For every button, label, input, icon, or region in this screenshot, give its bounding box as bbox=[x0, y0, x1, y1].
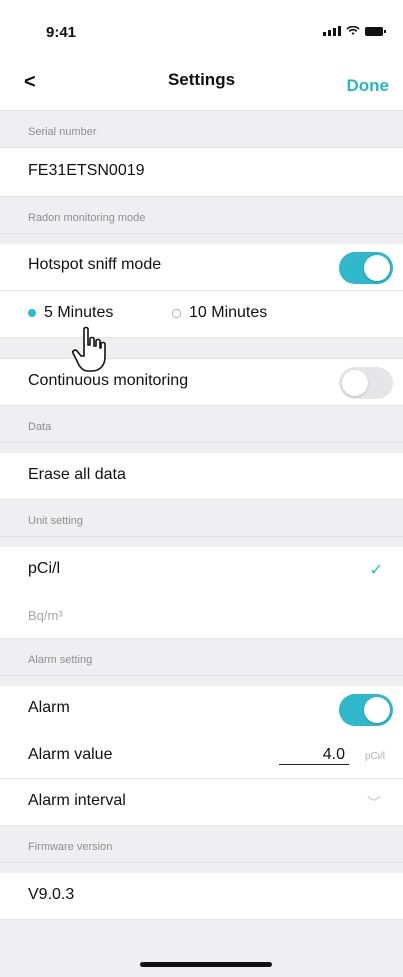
erase-data-label: Erase all data bbox=[28, 466, 126, 483]
radon-mode-header-label: Radon monitoring mode bbox=[28, 212, 146, 224]
status-bar: 9:41 bbox=[0, 0, 403, 54]
hotspot-sniff-row: Hotspot sniff mode bbox=[0, 244, 403, 291]
radio-10-minutes[interactable]: 10 Minutes bbox=[172, 304, 267, 322]
unit-bq-label: Bq/m³ bbox=[28, 608, 63, 623]
continuous-monitoring-toggle[interactable] bbox=[339, 367, 393, 399]
erase-data-row[interactable]: Erase all data bbox=[0, 453, 403, 500]
firmware-section-header: Firmware version bbox=[0, 826, 403, 863]
alarm-row: Alarm bbox=[0, 686, 403, 732]
serial-number-header-label: Serial number bbox=[28, 126, 97, 138]
firmware-value: V9.0.3 bbox=[28, 886, 75, 903]
status-icons bbox=[323, 26, 386, 36]
radio-selected-icon bbox=[28, 309, 36, 317]
alarm-value-input[interactable]: 4.0 bbox=[279, 746, 349, 765]
hotspot-sniff-label: Hotspot sniff mode bbox=[28, 256, 162, 273]
alarm-label: Alarm bbox=[28, 699, 70, 716]
radio-10-minutes-label: 10 Minutes bbox=[189, 304, 268, 321]
cellular-signal-icon bbox=[323, 26, 341, 36]
hand-pointer-icon bbox=[72, 326, 106, 372]
alarm-interval-row[interactable]: Alarm interval ﹀ bbox=[0, 779, 403, 826]
done-button[interactable]: Done bbox=[347, 76, 390, 96]
alarm-value-label: Alarm value bbox=[28, 746, 113, 763]
serial-number-value: FE31ETSN0019 bbox=[28, 162, 145, 179]
wifi-icon bbox=[346, 26, 360, 35]
alarm-section-header: Alarm setting bbox=[0, 639, 403, 676]
radon-spacer bbox=[0, 338, 403, 359]
unit-pci-row[interactable]: pCi/l ✓ bbox=[0, 547, 403, 593]
alarm-value-unit: pCi/l bbox=[364, 751, 385, 762]
home-indicator bbox=[140, 962, 272, 967]
alarm-value-row: Alarm value 4.0 pCi/l bbox=[0, 732, 403, 779]
unit-pci-label: pCi/l bbox=[28, 560, 61, 577]
status-time: 9:41 bbox=[46, 24, 77, 41]
firmware-row: V9.0.3 bbox=[0, 873, 403, 920]
firmware-header-label: Firmware version bbox=[28, 841, 113, 853]
unit-header-label: Unit setting bbox=[28, 515, 84, 527]
toggle-knob bbox=[342, 370, 368, 396]
page-title: Settings bbox=[167, 70, 236, 89]
toggle-knob bbox=[364, 697, 390, 723]
checkmark-icon: ✓ bbox=[369, 562, 383, 579]
serial-number-section-header: Serial number bbox=[0, 111, 403, 148]
alarm-header-label: Alarm setting bbox=[28, 654, 93, 666]
radio-5-minutes[interactable]: 5 Minutes bbox=[28, 304, 113, 322]
chevron-down-icon: ﹀ bbox=[367, 795, 381, 811]
radio-5-minutes-label: 5 Minutes bbox=[44, 304, 114, 321]
data-header-label: Data bbox=[28, 421, 52, 433]
unit-bq-row[interactable]: Bq/m³ bbox=[0, 593, 403, 639]
unit-section-header: Unit setting bbox=[0, 500, 403, 537]
sniff-duration-row: 5 Minutes 10 Minutes bbox=[0, 291, 403, 338]
continuous-monitoring-row: Continuous monitoring bbox=[0, 359, 403, 406]
navigation-bar: < Settings Done bbox=[0, 54, 403, 111]
serial-number-row: FE31ETSN0019 bbox=[0, 148, 403, 197]
alarm-toggle[interactable] bbox=[339, 694, 393, 726]
hotspot-sniff-toggle[interactable] bbox=[339, 252, 393, 284]
radio-unselected-icon bbox=[172, 308, 181, 318]
data-section-header: Data bbox=[0, 406, 403, 443]
battery-icon bbox=[365, 27, 386, 36]
radon-mode-section-header: Radon monitoring mode bbox=[0, 197, 403, 234]
toggle-knob bbox=[364, 255, 390, 281]
alarm-interval-label: Alarm interval bbox=[28, 792, 126, 809]
